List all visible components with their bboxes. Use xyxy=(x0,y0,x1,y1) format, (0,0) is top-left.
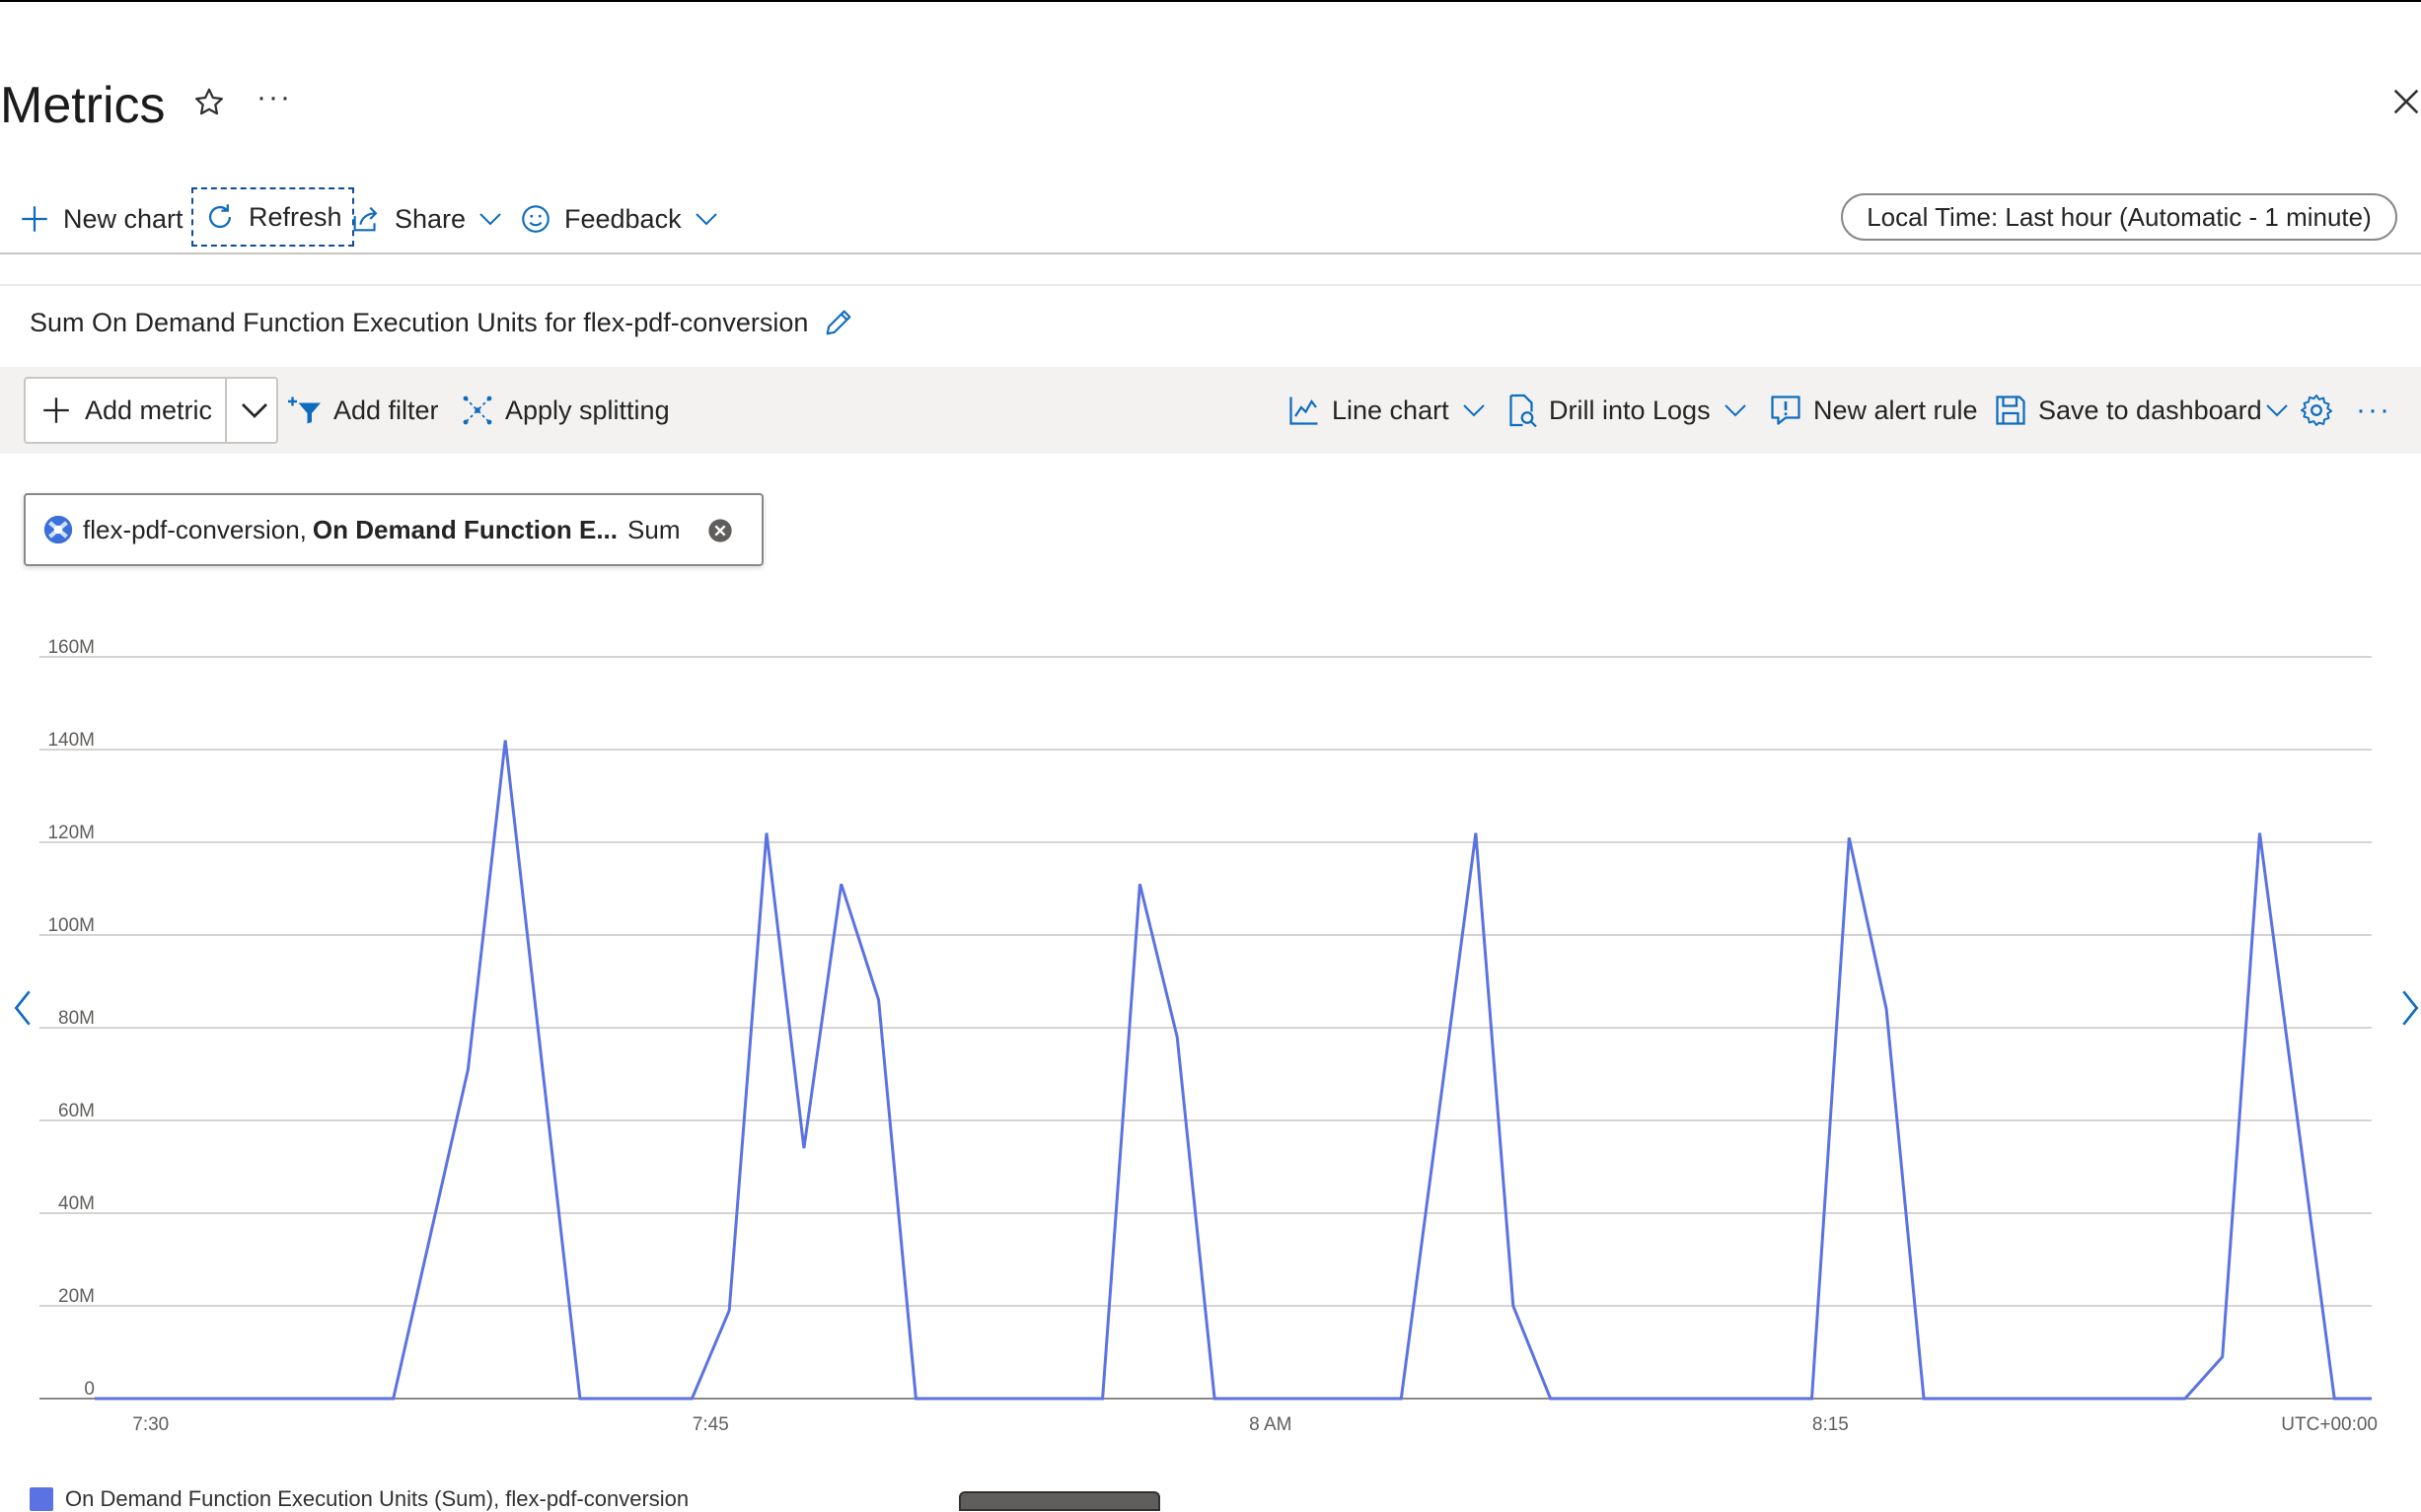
y-tick-label: 60M xyxy=(58,1101,95,1121)
logs-search-icon xyxy=(1509,394,1537,428)
apply-splitting-label: Apply splitting xyxy=(505,395,670,425)
feedback-button[interactable]: Feedback xyxy=(519,193,733,245)
save-icon xyxy=(1996,396,2025,425)
time-range-picker[interactable]: Local Time: Last hour (Automatic - 1 min… xyxy=(1841,193,2397,241)
ellipsis-icon[interactable]: ··· xyxy=(257,81,292,114)
chevron-down-icon xyxy=(1462,404,1485,417)
share-icon xyxy=(353,206,378,232)
legend-scrollbar[interactable] xyxy=(959,1491,1160,1511)
y-tick-label: 100M xyxy=(47,915,95,936)
add-filter-button[interactable]: Add filter xyxy=(288,385,439,436)
chevron-down-icon xyxy=(2265,404,2288,417)
x-tick-label: 7:45 xyxy=(693,1414,729,1435)
legend-label: On Demand Function Execution Units (Sum)… xyxy=(65,1486,690,1511)
x-tick-label: 7:30 xyxy=(132,1414,169,1435)
drill-into-logs-label: Drill into Logs xyxy=(1549,395,1711,425)
chevron-down-icon xyxy=(479,213,501,226)
line-chart: 0 20M 40M 60M 80M 100M 120M 140M 160M 7:30 7:45 8 … xyxy=(39,637,2378,1435)
splitting-icon xyxy=(463,396,492,425)
add-metric-split-button: Add metric xyxy=(24,377,278,444)
alert-icon xyxy=(1771,396,1800,425)
plus-icon xyxy=(43,397,69,423)
save-to-dashboard-dropdown[interactable]: Save to dashboard xyxy=(1993,385,2302,436)
y-tick-label: 20M xyxy=(58,1286,95,1307)
y-tick-label: 80M xyxy=(58,1008,95,1029)
divider xyxy=(0,284,2421,286)
add-metric-button[interactable]: Add metric xyxy=(39,379,212,442)
plus-icon xyxy=(22,206,47,232)
top-border xyxy=(0,0,2421,2)
drill-into-logs-dropdown[interactable]: Drill into Logs xyxy=(1504,385,1760,436)
chevron-down-icon xyxy=(1724,404,1746,417)
y-tick-label: 160M xyxy=(47,637,95,658)
metric-name: On Demand Function E... xyxy=(312,514,619,544)
feedback-label: Feedback xyxy=(564,203,682,234)
refresh-icon xyxy=(208,204,232,229)
divider xyxy=(0,252,2421,254)
metric-resource: flex-pdf-conversion, xyxy=(83,514,307,544)
filter-plus-icon xyxy=(288,396,321,424)
smiley-icon xyxy=(522,205,550,233)
legend-swatch xyxy=(30,1487,53,1511)
x-tick-label: 8:15 xyxy=(1812,1414,1849,1435)
add-metric-label: Add metric xyxy=(85,395,213,425)
new-alert-rule-button[interactable]: New alert rule xyxy=(1768,385,1978,436)
add-filter-label: Add filter xyxy=(333,395,439,425)
chevron-down-icon xyxy=(695,213,717,226)
new-chart-label: New chart xyxy=(63,203,183,234)
timezone-label: UTC+00:00 xyxy=(2281,1414,2378,1435)
save-to-dashboard-label: Save to dashboard xyxy=(2038,395,2262,425)
pencil-icon[interactable] xyxy=(822,306,855,339)
y-tick-label: 40M xyxy=(58,1193,95,1214)
x-tick-label: 8 AM xyxy=(1249,1414,1291,1435)
legend-item[interactable]: On Demand Function Execution Units (Sum)… xyxy=(30,1486,690,1511)
chevron-down-icon[interactable] xyxy=(237,393,272,428)
y-tick-label: 140M xyxy=(47,730,95,751)
metric-aggregation: Sum xyxy=(627,514,681,544)
chart-title: Sum On Demand Function Execution Units f… xyxy=(30,308,809,337)
page-title: Metrics xyxy=(0,77,166,134)
new-alert-rule-label: New alert rule xyxy=(1813,395,1978,425)
close-icon[interactable] xyxy=(2389,85,2421,118)
series-line xyxy=(95,740,2372,1401)
line-chart-icon xyxy=(1289,396,1318,425)
y-tick-label: 120M xyxy=(47,823,95,843)
gear-icon xyxy=(2301,395,2333,426)
new-chart-button[interactable]: New chart xyxy=(18,193,183,245)
refresh-label: Refresh xyxy=(249,201,342,232)
function-app-icon xyxy=(43,515,73,544)
more-options-button[interactable]: ··· xyxy=(2356,385,2391,436)
remove-metric-icon[interactable] xyxy=(706,517,734,544)
metric-pill[interactable]: flex-pdf-conversion, On Demand Function … xyxy=(24,493,764,566)
star-outline-icon[interactable] xyxy=(191,85,227,120)
share-button[interactable]: Share xyxy=(349,193,517,245)
split-divider xyxy=(225,379,227,442)
y-tick-label: 0 xyxy=(84,1379,95,1400)
chart-type-dropdown[interactable]: Line chart xyxy=(1286,385,1499,436)
line-chart-label: Line chart xyxy=(1332,395,1449,425)
refresh-button[interactable]: Refresh xyxy=(191,187,354,247)
settings-button[interactable] xyxy=(2299,385,2344,436)
apply-splitting-button[interactable]: Apply splitting xyxy=(460,385,670,436)
share-label: Share xyxy=(395,203,467,234)
chart-title-row: Sum On Demand Function Execution Units f… xyxy=(30,302,855,343)
